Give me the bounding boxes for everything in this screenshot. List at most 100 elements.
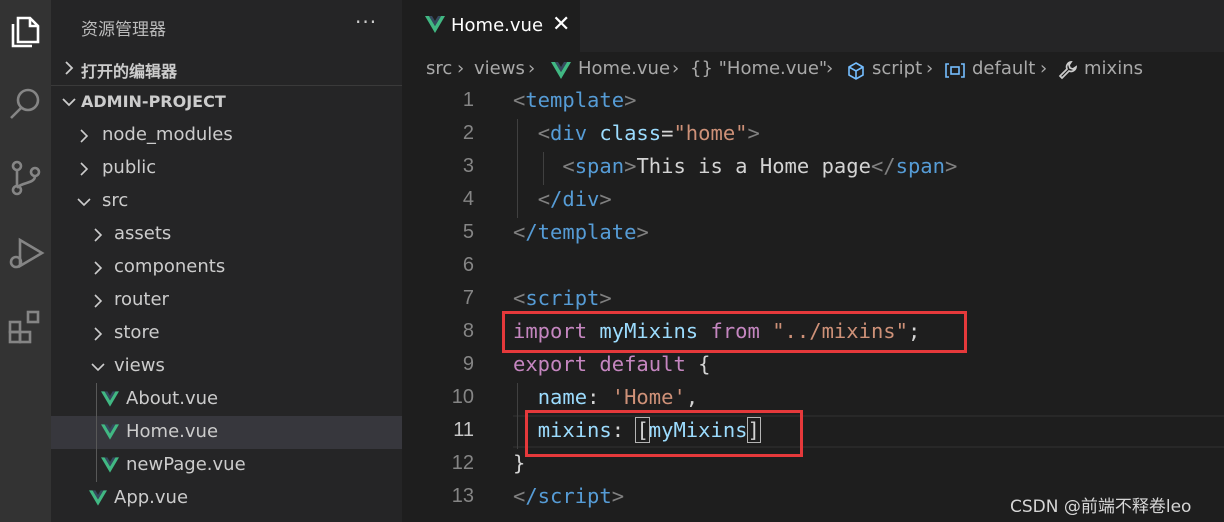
tree-item-folder[interactable]: src	[51, 185, 402, 218]
project-label: ADMIN-PROJECT	[81, 92, 226, 111]
chevron-down-icon	[62, 98, 76, 107]
search-icon[interactable]	[0, 74, 51, 134]
breadcrumb-views[interactable]: views	[474, 58, 525, 79]
chevron-right-icon: ›	[672, 58, 680, 79]
line-number: 11	[453, 419, 474, 441]
chevron-right-icon	[65, 61, 74, 75]
extensions-icon[interactable]	[0, 294, 51, 354]
tree-item-label: App.vue	[114, 487, 189, 508]
tree-item-folder[interactable]: router	[51, 284, 402, 317]
code-line-2: <div class="home">	[537, 121, 760, 145]
activity-bar	[0, 0, 51, 522]
chevron-right-icon: ›	[457, 58, 465, 79]
line-number: 2	[462, 122, 474, 144]
chevron-right-icon	[94, 327, 103, 341]
tab-close-button[interactable]: ✕	[552, 12, 570, 37]
tree-item-label: Home.vue	[126, 421, 219, 442]
highlight-box-import	[502, 311, 967, 353]
code-line-3: <span>This is a Home page</span>	[562, 154, 958, 178]
tree-item-label: router	[114, 289, 169, 310]
chevron-right-icon	[80, 162, 89, 176]
tree-item-folder[interactable]: views	[51, 350, 402, 383]
chevron-right-icon: ›	[1040, 58, 1048, 79]
line-number: 12	[451, 452, 474, 474]
tree-item-file[interactable]: newPage.vue	[51, 449, 402, 482]
chevron-right-icon	[94, 228, 103, 242]
vue-file-icon	[101, 391, 119, 407]
code-editor[interactable]: 1 2 3 4 5 6 7 8 9 10 11 12 13 <template> <div class=…	[402, 86, 1224, 522]
tree-item-folder[interactable]: assets	[51, 218, 402, 251]
tree-item-label: newPage.vue	[126, 454, 246, 475]
project-section[interactable]: ADMIN-PROJECT	[51, 86, 402, 119]
vue-file-icon	[551, 62, 571, 79]
line-number: 10	[451, 386, 474, 408]
code-line-10: name: 'Home',	[537, 385, 699, 409]
breadcrumb-src[interactable]: src	[426, 58, 452, 79]
chevron-right-icon: ›	[528, 58, 536, 79]
more-actions-button[interactable]: ···	[355, 10, 377, 34]
breadcrumb: src › views › Home.vue › {} "Home.vue" ›…	[402, 52, 1224, 86]
chevron-right-icon	[80, 129, 89, 143]
code-line-7: <script>	[513, 286, 612, 310]
chevron-down-icon	[77, 198, 91, 207]
chevron-right-icon: ›	[926, 58, 934, 79]
tree-item-label: node_modules	[102, 124, 233, 145]
breadcrumb-script[interactable]: script	[872, 58, 922, 79]
source-control-icon[interactable]	[0, 148, 51, 208]
tree-item-label: About.vue	[126, 388, 219, 409]
code-line-9: export default {	[513, 352, 711, 376]
open-editors-label: 打开的编辑器	[81, 62, 178, 81]
tree-item-file[interactable]: About.vue	[51, 383, 402, 416]
sidebar-header: 资源管理器 ···	[51, 0, 402, 52]
tree-item-label: src	[102, 190, 129, 211]
tree-item-folder[interactable]: public	[51, 152, 402, 185]
cube-icon	[848, 62, 864, 80]
code-line-4: </div>	[537, 187, 612, 211]
tree-item-folder[interactable]: components	[51, 251, 402, 284]
tree-indent-guide	[96, 383, 97, 482]
tree-item-label: assets	[114, 223, 172, 244]
wrench-icon	[1058, 60, 1078, 80]
watermark: CSDN @前端不释卷leo	[1010, 497, 1192, 517]
chevron-down-icon	[91, 363, 105, 372]
code-line-12: }	[513, 451, 526, 475]
code-line-1: <template>	[513, 88, 637, 112]
code-line-5: </template>	[513, 220, 649, 244]
tree-item-folder[interactable]: node_modules	[51, 119, 402, 152]
line-number: 3	[462, 155, 474, 177]
breadcrumb-module[interactable]: {} "Home.vue"	[690, 58, 827, 79]
tree-item-label: store	[114, 322, 160, 343]
line-number: 8	[462, 320, 474, 342]
tree-item-file[interactable]: Home.vue	[51, 416, 402, 449]
tab-label: Home.vue	[451, 15, 544, 36]
breadcrumb-mixins[interactable]: mixins	[1084, 58, 1143, 79]
vue-file-icon	[89, 490, 107, 506]
explorer-icon[interactable]	[0, 2, 51, 62]
highlight-box-mixins	[525, 410, 803, 457]
tab-bar: Home.vue ✕	[402, 0, 1224, 52]
line-number: 6	[462, 254, 474, 276]
tab-home-vue[interactable]: Home.vue ✕	[402, 0, 580, 52]
line-number: 4	[462, 188, 474, 210]
breadcrumb-default[interactable]: default	[972, 58, 1035, 79]
open-editors-section[interactable]: 打开的编辑器	[51, 52, 402, 85]
line-number: 7	[462, 287, 474, 309]
line-number: 1	[462, 89, 474, 111]
vue-file-icon	[101, 424, 119, 440]
tree-item-label: components	[114, 256, 226, 277]
tree-item-file[interactable]: App.vue	[51, 482, 402, 515]
line-number: 13	[451, 485, 474, 507]
tree-item-label: public	[102, 157, 157, 178]
chevron-right-icon	[94, 261, 103, 275]
run-debug-icon[interactable]	[0, 222, 51, 282]
line-number: 5	[462, 221, 474, 243]
line-number: 9	[462, 353, 474, 375]
chevron-right-icon	[94, 294, 103, 308]
variable-icon	[945, 63, 965, 78]
tree-item-folder[interactable]: store	[51, 317, 402, 350]
vue-file-icon	[425, 16, 445, 33]
tree-item-label: views	[114, 355, 165, 376]
chevron-right-icon: ›	[826, 58, 834, 79]
breadcrumb-file[interactable]: Home.vue	[578, 58, 670, 79]
code-line-13: </script>	[513, 484, 625, 508]
